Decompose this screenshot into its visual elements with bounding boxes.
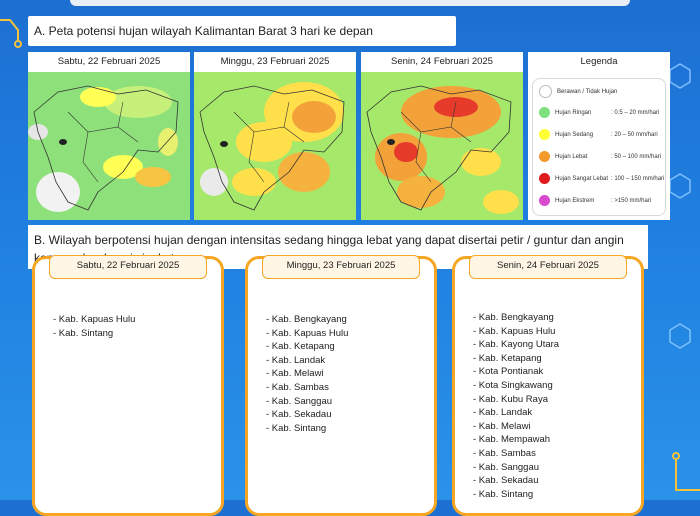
card-senin: Senin, 24 Februari 2025 - Kab. Bengkayan… <box>452 255 644 516</box>
rain-map-senin <box>361 72 523 220</box>
list-item: - Kab. Sambas <box>473 447 536 459</box>
card-date: Senin, 24 Februari 2025 <box>469 255 627 279</box>
list-item: - Kab. Sintang <box>473 488 534 500</box>
legend-label: Hujan Ekstrem <box>555 197 595 204</box>
list-item: - Kab. Bengkayang <box>266 314 347 325</box>
legend-swatch-orange <box>539 151 550 162</box>
map-panel-minggu: Minggu, 23 Februari 2025 <box>194 52 356 220</box>
list-item: - Kab. Melawi <box>473 420 531 432</box>
legend-label: Hujan Sedang <box>555 131 594 138</box>
legend-swatch-green <box>539 107 550 118</box>
list-item: - Kab. Sekadau <box>266 409 332 421</box>
legend-range: : 20 – 50 mm/hari <box>611 131 658 138</box>
legend-item-lebat: Hujan Lebat : 50 – 100 mm/hari <box>539 151 665 162</box>
legend-range: : 50 – 100 mm/hari <box>611 153 662 160</box>
legend-box: Berawan / Tidak Hujan Hujan Ringan : 0.5… <box>532 78 666 216</box>
map-date: Senin, 24 Februari 2025 <box>391 56 493 67</box>
rain-map-sabtu <box>28 72 190 220</box>
list-item: - Kab. Sanggau <box>266 395 333 407</box>
list-item: - Kab. Kayong Utara <box>473 339 560 351</box>
map-date: Sabtu, 22 Februari 2025 <box>57 56 161 67</box>
list-item: - Kab. Mempawah <box>473 434 551 446</box>
legend-label: Hujan Ringan <box>555 109 592 116</box>
legend-swatch-white <box>539 85 552 98</box>
legend-label: Hujan Sangat Lebat <box>555 175 609 182</box>
card-minggu: Minggu, 23 Februari 2025 - Kab. Bengkaya… <box>245 255 437 516</box>
header-strip <box>70 0 630 6</box>
list-item: - Kota Pontianak <box>473 366 544 378</box>
legend-item-ekstrem: Hujan Ekstrem : >150 mm/hari <box>539 195 665 206</box>
legend-swatch-red <box>539 173 550 184</box>
list-item: - Kab. Melawi <box>266 368 324 380</box>
legend-swatch-magenta <box>539 195 550 206</box>
list-item: - Kab. Sintang <box>266 422 327 434</box>
legend-range: : 100 – 150 mm/hari <box>611 175 665 182</box>
map-panel-sabtu: Sabtu, 22 Februari 2025 <box>28 52 190 220</box>
list-item: - Kab. Ketapang <box>266 341 335 353</box>
card-date: Minggu, 23 Februari 2025 <box>262 255 420 279</box>
legend-range: : 0.5 – 20 mm/hari <box>611 109 660 116</box>
card-sabtu: Sabtu, 22 Februari 2025 - Kab. Kapuas Hu… <box>32 255 224 516</box>
legend-item-ringan: Hujan Ringan : 0.5 – 20 mm/hari <box>539 107 665 118</box>
legend-label: Hujan Lebat <box>555 153 588 160</box>
list-item: - Kab. Sekadau <box>473 475 539 487</box>
list-item: - Kab. Landak <box>266 354 326 366</box>
legend-swatch-yellow <box>539 129 550 140</box>
region-list: - Kab. Bengkayang - Kab. Kapuas Hulu - K… <box>266 313 348 435</box>
region-list: - Kab. Kapuas Hulu - Kab. Sintang <box>53 313 135 340</box>
rain-map-minggu <box>194 72 356 220</box>
list-item: - Kab. Ketapang <box>473 352 542 364</box>
circuit-decoration-left <box>0 19 22 48</box>
list-item: - Kab. Kapuas Hulu <box>53 314 136 325</box>
section-a-title: A. Peta potensi hujan wilayah Kalimantan… <box>28 16 456 46</box>
list-item: - Kota Singkawang <box>473 379 553 391</box>
map-panel-senin: Senin, 24 Februari 2025 <box>361 52 523 220</box>
legend-label: Berawan / Tidak Hujan <box>557 88 618 95</box>
list-item: - Kab. Kapuas Hulu <box>473 325 556 337</box>
region-list: - Kab. Bengkayang - Kab. Kapuas Hulu - K… <box>473 311 559 501</box>
legend-item-sedang: Hujan Sedang : 20 – 50 mm/hari <box>539 129 665 140</box>
legend-title: Legenda <box>580 56 618 67</box>
list-item: - Kab. Kapuas Hulu <box>266 327 349 339</box>
card-date: Sabtu, 22 Februari 2025 <box>49 255 207 279</box>
legend-item-sangat-lebat: Hujan Sangat Lebat : 100 – 150 mm/hari <box>539 173 665 184</box>
map-date: Minggu, 23 Februari 2025 <box>220 56 330 67</box>
list-item: - Kab. Bengkayang <box>473 312 554 323</box>
list-item: - Kab. Landak <box>473 407 533 419</box>
list-item: - Kab. Sanggau <box>473 461 540 473</box>
legend-range: : >150 mm/hari <box>611 197 652 204</box>
list-item: - Kab. Sambas <box>266 381 329 393</box>
legend-item-berawan: Berawan / Tidak Hujan <box>539 85 665 98</box>
list-item: - Kab. Kubu Raya <box>473 393 548 405</box>
legend-panel: Legenda Berawan / Tidak Hujan Hujan Ring… <box>528 52 670 220</box>
list-item: - Kab. Sintang <box>53 327 114 339</box>
